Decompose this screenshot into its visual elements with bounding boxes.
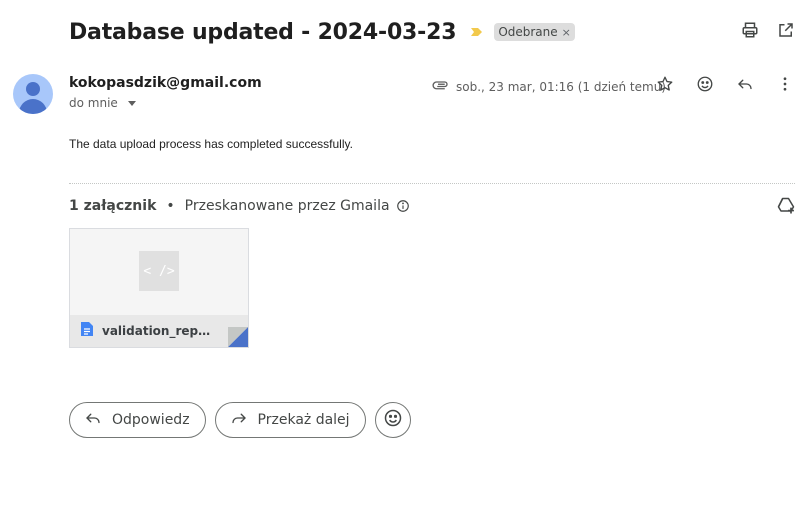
emoji-icon[interactable] [695,74,715,94]
reply-actions: Odpowiedz Przekaż dalej [69,402,411,438]
email-date: sob., 23 mar, 01:16 (1 dzień temu) [456,79,666,94]
attachments-divider [69,183,795,184]
info-icon[interactable] [396,199,410,213]
paperclip-icon [432,76,450,97]
forward-icon [230,409,248,431]
document-icon [80,321,94,342]
attachment-card[interactable]: < /> validation_report... [69,228,249,348]
scan-label: Przeskanowane przez Gmaila [184,198,390,214]
avatar-head [26,82,40,96]
add-to-drive-icon[interactable] [776,196,796,221]
forward-button[interactable]: Przekaż dalej [214,402,366,438]
importance-marker-icon[interactable] [470,25,484,39]
avatar-body [19,99,47,114]
more-vert-icon[interactable] [775,74,795,94]
attachment-count: 1 załącznik [69,198,157,214]
email-subject: Database updated - 2024-03-23 [69,19,457,45]
attachment-name: validation_report... [102,324,214,338]
forward-label: Przekaż dalej [257,412,350,428]
label-chip-text: Odebrane [498,25,558,39]
message-actions [655,74,795,94]
emoji-reaction-button[interactable] [374,402,411,438]
sender-avatar[interactable] [13,74,53,114]
print-icon[interactable] [740,20,760,40]
remove-label-button[interactable]: × [562,26,571,39]
top-actions [740,20,796,40]
subject-row: Database updated - 2024-03-23 Odebrane × [69,18,575,46]
open-in-new-window-icon[interactable] [776,20,796,40]
email-body: The data upload process has completed su… [69,137,353,151]
reply-icon [84,409,102,431]
reply-label: Odpowiedz [112,412,190,428]
sender-block: kokopasdzik@gmail.com do mnie [69,75,262,110]
emoji-icon [383,408,403,433]
sender-email[interactable]: kokopasdzik@gmail.com [69,75,262,91]
reply-icon[interactable] [735,74,755,94]
recipient-line: do mnie [69,96,262,110]
reply-button[interactable]: Odpowiedz [69,402,206,438]
email-meta: sob., 23 mar, 01:16 (1 dzień temu) [432,76,666,97]
star-icon[interactable] [655,74,675,94]
chevron-down-icon[interactable] [127,100,136,106]
attachment-fold-corner [228,327,248,347]
recipient-label: do mnie [69,96,118,110]
label-chip-inbox[interactable]: Odebrane × [494,23,575,41]
attachment-preview: < /> [70,229,248,315]
code-file-thumbnail: < /> [139,251,179,291]
attachments-header: 1 załącznik • Przeskanowane przez Gmaila [69,198,410,214]
separator-dot: • [166,198,175,214]
